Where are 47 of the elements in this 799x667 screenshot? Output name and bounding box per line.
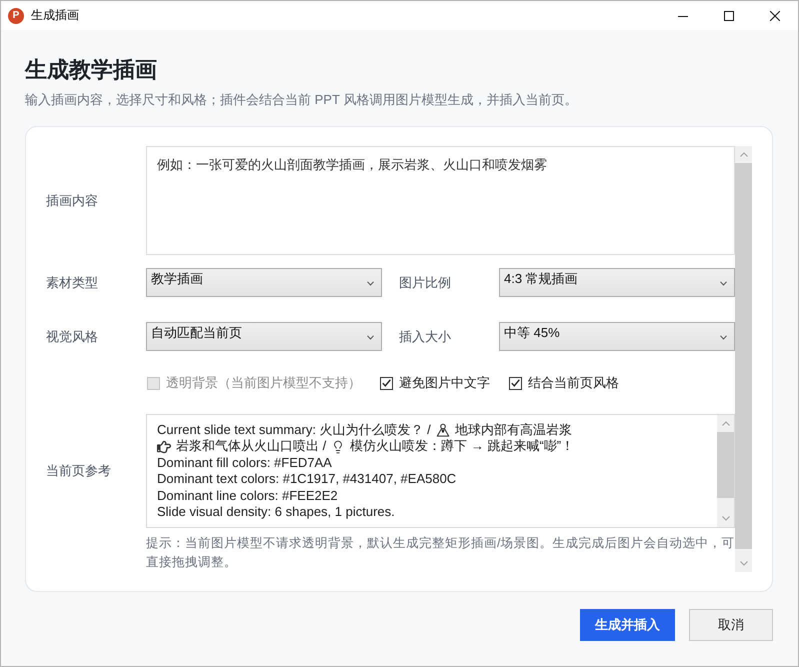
reference-text: Dominant fill colors: #FED7AA: [157, 454, 332, 472]
app-icon: P: [8, 8, 24, 24]
checkbox-label[interactable]: 避免图片中文字: [399, 374, 490, 392]
reference-text: 地球内部有高温岩浆: [454, 422, 572, 438]
scroll-up-icon[interactable]: [740, 152, 748, 157]
page-heading: 生成教学插画: [25, 57, 157, 83]
caret-icon: [720, 335, 727, 340]
checkbox-label[interactable]: 结合当前页风格: [528, 374, 619, 392]
caret-icon: [367, 281, 374, 286]
dropdown[interactable]: 教学插画: [146, 268, 382, 297]
maximize-icon: [724, 10, 734, 20]
field-label: 当前页参考: [46, 462, 111, 480]
caret-icon: [720, 281, 727, 286]
close-icon: [770, 10, 780, 20]
reference-text: Slide visual density: 6 shapes, 1 pictures.: [157, 504, 395, 520]
reference-text: 模仿火山喷发：蹲下 → 跳起来喊“嘭”！: [350, 438, 574, 455]
reference-text: Current slide text summary: 火山为什么喷发？ /: [157, 422, 431, 438]
scrollbar-thumb[interactable]: [717, 432, 734, 498]
volcano-icon: [436, 423, 450, 438]
caret-icon: [367, 335, 374, 340]
dropdown[interactable]: 4:3 常规插画: [499, 268, 735, 297]
checkmark-icon: [382, 379, 391, 387]
dropdown[interactable]: 中等 45%: [499, 322, 735, 351]
reference-box[interactable]: [146, 414, 735, 528]
field-label: 插画内容: [46, 192, 98, 210]
field-label: 素材类型: [46, 274, 98, 292]
reference-text: Dominant text colors: #1C1917, #431407, #EA580C: [157, 471, 456, 488]
field-label: 插入大小: [399, 328, 451, 346]
window-title: 生成插画: [31, 7, 79, 24]
dropdown[interactable]: 自动匹配当前页: [146, 322, 382, 351]
checkbox[interactable]: [509, 376, 522, 390]
scroll-down-icon[interactable]: [722, 516, 730, 521]
checkbox[interactable]: [380, 376, 393, 390]
field-label: 视觉风格: [46, 328, 98, 346]
reference-text: 岩浆和气体从火山口喷出 /: [176, 438, 326, 455]
scroll-down-icon[interactable]: [740, 561, 748, 566]
content-input[interactable]: 例如：一张可爱的火山剖面教学插画，展示岩浆、火山口和喷发烟雾: [146, 146, 735, 255]
scrollbar[interactable]: [717, 415, 734, 527]
hint-text: 提示：当前图片模型不请求透明背景，默认生成完整矩形插画/场景图。生成完成后图片会自动选中，可直接拖拽调整。: [146, 535, 735, 571]
cancel-button[interactable]: 取消: [689, 609, 773, 641]
generate-button[interactable]: 生成并插入: [580, 609, 675, 641]
field-label: 图片比例: [399, 274, 451, 292]
pointing-hand-icon: [157, 440, 171, 454]
page-description: 输入插画内容，选择尺寸和风格；插件会结合当前 PPT 风格调用图片模型生成，并插入当前页。: [25, 91, 578, 109]
scroll-up-icon[interactable]: [722, 421, 730, 426]
checkmark-icon: [511, 379, 520, 387]
reference-text: Dominant line colors: #FEE2E2: [157, 488, 338, 504]
